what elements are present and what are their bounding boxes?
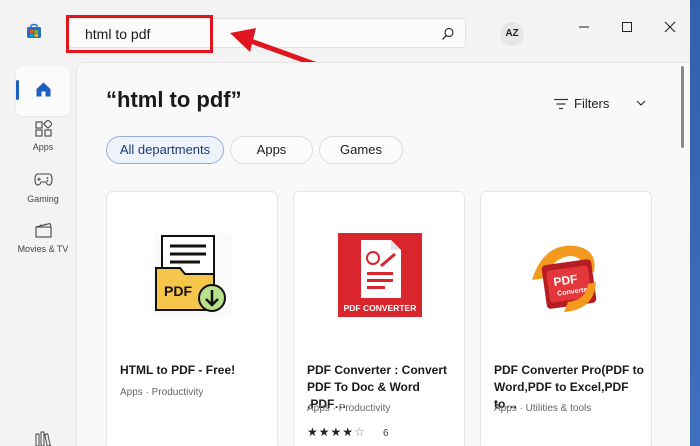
page-title: “html to pdf” (106, 87, 242, 112)
close-icon (664, 21, 676, 33)
sidebar: Apps Gaming Movies & TV (0, 62, 76, 446)
star-filled-icon: ★ (307, 425, 319, 439)
store-window: html to pdf AZ Apps Gaming Movies & TV “… (0, 0, 690, 446)
user-avatar[interactable]: AZ (500, 22, 524, 46)
sidebar-item-movies-tv[interactable]: Movies & TV (16, 216, 70, 266)
sidebar-item-label: Movies & TV (17, 244, 69, 254)
pdf-converter-icon-label: PDF CONVERTER (344, 303, 417, 313)
html-to-pdf-folder-icon: PDF (154, 233, 232, 317)
sidebar-item-gaming[interactable]: Gaming (16, 166, 70, 216)
app-card-pdf-converter[interactable]: PDF CONVERTER PDF Converter : Convert PD… (293, 191, 465, 446)
search-results-area: “html to pdf” Filters All departments Ap… (76, 62, 690, 446)
annotation-highlight-box (66, 15, 213, 53)
sidebar-item-label: Gaming (27, 194, 59, 204)
scrollbar[interactable] (681, 66, 684, 148)
rating-count: 6 (383, 428, 389, 439)
filters-label: Filters (574, 96, 610, 111)
minimize-icon (579, 26, 589, 28)
sidebar-item-apps[interactable]: Apps (16, 114, 70, 164)
department-pill-all[interactable]: All departments (106, 136, 224, 164)
rating-stars: ★★★★☆ (307, 425, 366, 439)
app-card-meta: Apps · Productivity (120, 387, 204, 398)
chevron-down-icon (636, 100, 646, 106)
apps-icon (35, 120, 52, 137)
sidebar-item-label: Apps (32, 142, 54, 152)
svg-text:PDF: PDF (164, 283, 192, 299)
active-indicator (16, 80, 19, 100)
close-button[interactable] (655, 14, 685, 40)
filter-icon (554, 98, 568, 110)
app-card-pdf-converter-pro[interactable]: PDF Converter PDF Converter Pro(PDF to W… (480, 191, 652, 446)
department-pill-apps[interactable]: Apps (230, 136, 313, 164)
store-logo-icon (27, 23, 41, 38)
search-icon[interactable] (441, 27, 455, 41)
sidebar-item-home[interactable] (16, 66, 70, 116)
star-filled-icon: ★ (318, 425, 331, 439)
app-card-meta: Apps · Productivity (307, 403, 391, 414)
star-filled-icon: ★ (330, 425, 343, 439)
app-card-html-to-pdf[interactable]: PDF HTML to PDF - Free! Apps · Productiv… (106, 191, 278, 446)
pdf-converter-pro-icon: PDF Converter (532, 245, 597, 312)
minimize-button[interactable] (569, 14, 599, 40)
app-card-meta: Apps · Utilities & tools (494, 403, 592, 414)
department-pill-games[interactable]: Games (319, 136, 403, 164)
home-icon (36, 82, 51, 97)
maximize-icon (622, 22, 632, 32)
star-empty-icon: ☆ (354, 425, 366, 439)
gamepad-icon (34, 173, 53, 186)
pdf-converter-icon: PDF CONVERTER (338, 233, 422, 317)
app-card-title: HTML to PDF - Free! (120, 363, 236, 377)
maximize-button[interactable] (612, 14, 642, 40)
title-bar: html to pdf AZ (0, 0, 690, 69)
clapperboard-icon (35, 222, 52, 238)
library-icon[interactable] (35, 431, 53, 446)
star-filled-icon: ★ (342, 425, 355, 439)
